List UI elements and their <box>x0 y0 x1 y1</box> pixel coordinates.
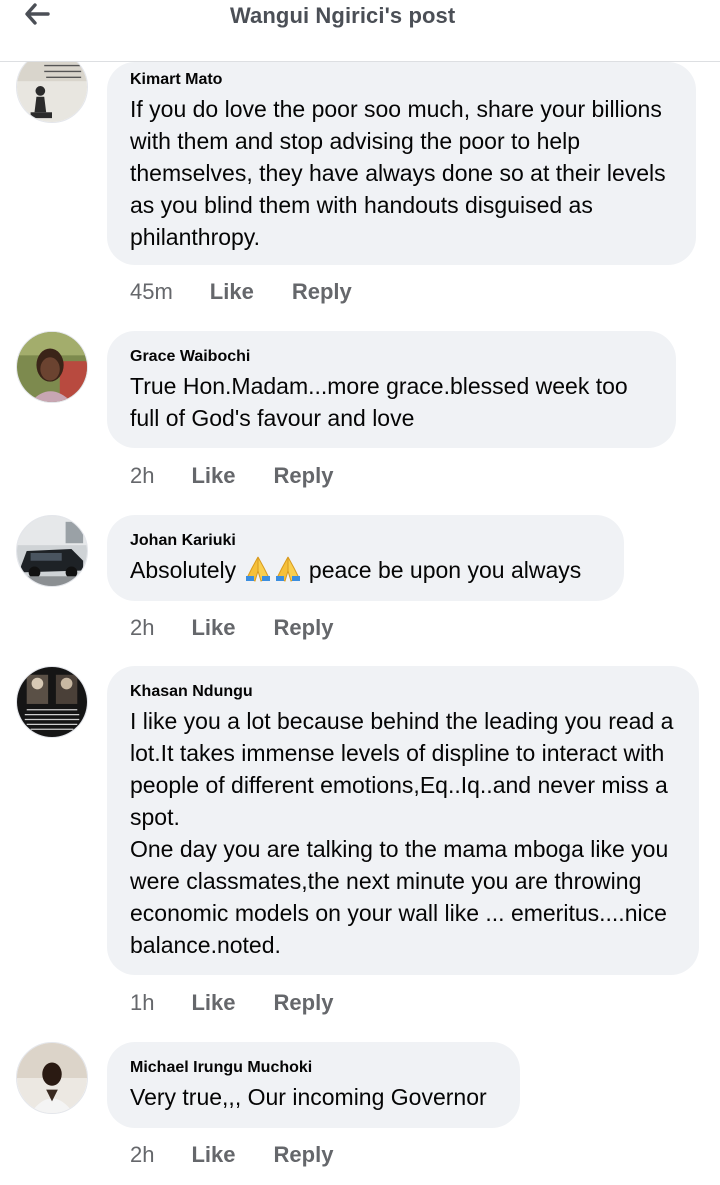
header-bar: Wangui Ngirici's post <box>0 0 720 62</box>
comment-actions: 2h Like Reply <box>130 461 333 491</box>
comment-text: I like you a lot because behind the lead… <box>130 708 674 958</box>
reply-button[interactable]: Reply <box>274 1142 334 1168</box>
like-button[interactable]: Like <box>210 279 254 305</box>
page-title: Wangui Ngirici's post <box>230 3 456 28</box>
comment-actions: 1h Like Reply <box>130 988 333 1018</box>
reply-button[interactable]: Reply <box>274 615 334 641</box>
comment-text: True Hon.Madam...more grace.blessed week… <box>130 373 628 431</box>
avatar[interactable] <box>16 515 88 587</box>
avatar[interactable] <box>16 1042 88 1114</box>
back-arrow-icon <box>24 3 50 25</box>
comment-time[interactable]: 2h <box>130 1142 154 1168</box>
comment-text: Absolutely peace be upon you always <box>130 554 601 590</box>
reply-button[interactable]: Reply <box>292 279 352 305</box>
comment-author[interactable]: Kimart Mato <box>130 70 673 90</box>
comment-actions: 45m Like Reply <box>130 277 352 307</box>
comment-time[interactable]: 45m <box>130 279 173 305</box>
avatar[interactable] <box>16 331 88 403</box>
comment-text-end: peace be upon you always <box>308 557 582 583</box>
like-button[interactable]: Like <box>191 615 235 641</box>
comment-actions: 2h Like Reply <box>130 1140 333 1170</box>
comment-text: If you do love the poor soo much, share … <box>130 96 666 250</box>
comment-bubble: Johan Kariuki Absolutely peace be upon y… <box>107 515 624 601</box>
comment-bubble: Khasan Ndungu I like you a lot because b… <box>107 666 699 975</box>
comment-time[interactable]: 2h <box>130 463 154 489</box>
comment-author[interactable]: Michael Irungu Muchoki <box>130 1058 497 1078</box>
like-button[interactable]: Like <box>191 463 235 489</box>
folded-hands-emoji <box>244 556 302 590</box>
comment-bubble: Michael Irungu Muchoki Very true,,, Our … <box>107 1042 520 1128</box>
comment-text-start: Absolutely <box>130 557 237 583</box>
comment-time[interactable]: 2h <box>130 615 154 641</box>
comment-time[interactable]: 1h <box>130 990 154 1016</box>
comment-bubble: Grace Waibochi True Hon.Madam...more gra… <box>107 331 676 448</box>
like-button[interactable]: Like <box>191 990 235 1016</box>
comment-actions: 2h Like Reply <box>130 613 333 643</box>
comment-bubble: Kimart Mato If you do love the poor soo … <box>107 62 696 265</box>
comment-author[interactable]: Grace Waibochi <box>130 347 653 367</box>
comment-author[interactable]: Khasan Ndungu <box>130 682 676 702</box>
like-button[interactable]: Like <box>191 1142 235 1168</box>
reply-button[interactable]: Reply <box>274 990 334 1016</box>
comment-author[interactable]: Johan Kariuki <box>130 531 601 551</box>
avatar[interactable] <box>16 666 88 738</box>
back-button[interactable] <box>24 0 68 28</box>
reply-button[interactable]: Reply <box>274 463 334 489</box>
comment-text: Very true,,, Our incoming Governor <box>130 1084 487 1110</box>
